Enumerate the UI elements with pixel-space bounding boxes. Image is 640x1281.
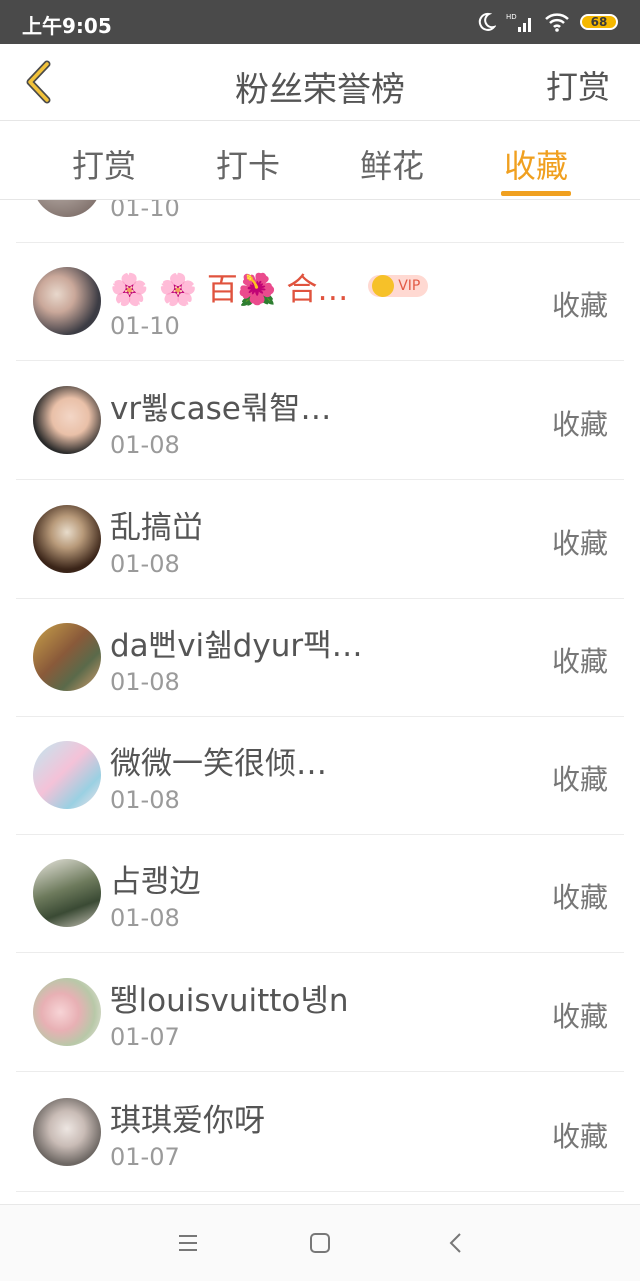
- item-name-text: 🌸 🌸 百🌺 合…: [110, 272, 349, 308]
- item-date: 01-08: [110, 786, 180, 814]
- list-item[interactable]: 微微一笑很倾… 01-08 收藏: [16, 716, 624, 835]
- item-date: 01-08: [110, 431, 180, 459]
- vip-badge: VIP: [368, 274, 429, 297]
- avatar[interactable]: [33, 859, 101, 927]
- battery-icon: 68: [580, 14, 618, 30]
- avatar[interactable]: [33, 200, 101, 217]
- item-date: 01-10: [110, 312, 180, 340]
- back-icon[interactable]: [440, 1227, 472, 1259]
- item-name: vr뾣case뤆智…: [110, 391, 332, 427]
- collect-label: 收藏: [551, 1120, 608, 1153]
- collect-label: 收藏: [551, 408, 608, 441]
- tab-reward[interactable]: 打赏: [44, 141, 164, 187]
- tab-checkin[interactable]: 打卡: [188, 141, 308, 187]
- home-icon[interactable]: [304, 1227, 336, 1259]
- list-item[interactable]: 뙝louisvuitto녱n 01-07 收藏: [16, 953, 624, 1072]
- item-name: 乱搞峃: [110, 510, 203, 546]
- collect-label: 收藏: [551, 763, 608, 796]
- item-name: 琪琪爱你呀: [110, 1103, 265, 1139]
- avatar[interactable]: [33, 978, 101, 1046]
- avatar[interactable]: [33, 505, 101, 573]
- list-item[interactable]: 琪琪爱你呀 01-07 收藏: [16, 1073, 624, 1192]
- item-date: 01-08: [110, 904, 180, 932]
- signal-icon: HD: [506, 13, 531, 32]
- item-name: 🌸 🌸 百🌺 合… VIP: [110, 264, 429, 309]
- reward-button[interactable]: 打赏: [546, 62, 610, 108]
- app-header: 粉丝荣誉榜 打赏: [0, 44, 640, 121]
- system-navigation-bar: [0, 1204, 640, 1281]
- status-icons: HD 68: [476, 10, 618, 34]
- wifi-icon: [545, 13, 569, 32]
- crown-icon: [372, 274, 395, 297]
- list-item[interactable]: 占쾡边 01-08 收藏: [16, 834, 624, 953]
- item-date: 01-07: [110, 1143, 180, 1171]
- item-name: 占쾡边: [110, 864, 201, 900]
- list-item[interactable]: 🌸 🌸 百🌺 合… VIP 01-10 收藏: [16, 242, 624, 361]
- list-item[interactable]: vr뾣case뤆智… 01-08 收藏: [16, 361, 624, 480]
- status-time: 上午9:05: [22, 14, 112, 38]
- avatar[interactable]: [33, 623, 101, 691]
- item-date: 01-07: [110, 1023, 180, 1051]
- status-bar: 上午9:05 HD 68: [0, 0, 640, 44]
- list-item[interactable]: 01-10: [16, 200, 624, 243]
- collect-label: 收藏: [551, 645, 608, 678]
- list-item[interactable]: 乱搞峃 01-08 收藏: [16, 480, 624, 599]
- avatar[interactable]: [33, 386, 101, 454]
- tab-collect[interactable]: 收藏: [476, 141, 596, 187]
- tab-bar: 打赏 打卡 鲜花 收藏: [0, 121, 640, 200]
- menu-icon[interactable]: [172, 1227, 204, 1259]
- fan-list[interactable]: 01-10 🌸 🌸 百🌺 合… VIP 01-10 收藏 vr뾣case뤆智… …: [0, 200, 640, 1204]
- collect-label: 收藏: [551, 881, 608, 914]
- svg-text:HD: HD: [506, 13, 517, 21]
- list-item[interactable]: da뻔vi쉚dyur팩… 01-08 收藏: [16, 598, 624, 717]
- collect-label: 收藏: [551, 289, 608, 322]
- avatar[interactable]: [33, 267, 101, 335]
- collect-label: 收藏: [551, 1000, 608, 1033]
- item-date: 01-10: [110, 200, 180, 222]
- avatar[interactable]: [33, 741, 101, 809]
- battery-level: 68: [590, 15, 608, 29]
- active-tab-indicator: [501, 191, 571, 196]
- collect-label: 收藏: [551, 527, 608, 560]
- item-name: da뻔vi쉚dyur팩…: [110, 628, 363, 664]
- item-date: 01-08: [110, 550, 180, 578]
- vip-label: VIP: [398, 277, 421, 294]
- page-title: 粉丝荣誉榜: [235, 70, 405, 110]
- item-name: 뙝louisvuitto녱n: [110, 983, 349, 1019]
- avatar[interactable]: [33, 1098, 101, 1166]
- moon-icon: [478, 12, 496, 31]
- tab-flowers[interactable]: 鲜花: [332, 141, 452, 187]
- item-name: 微微一笑很倾…: [110, 746, 327, 782]
- item-date: 01-08: [110, 668, 180, 696]
